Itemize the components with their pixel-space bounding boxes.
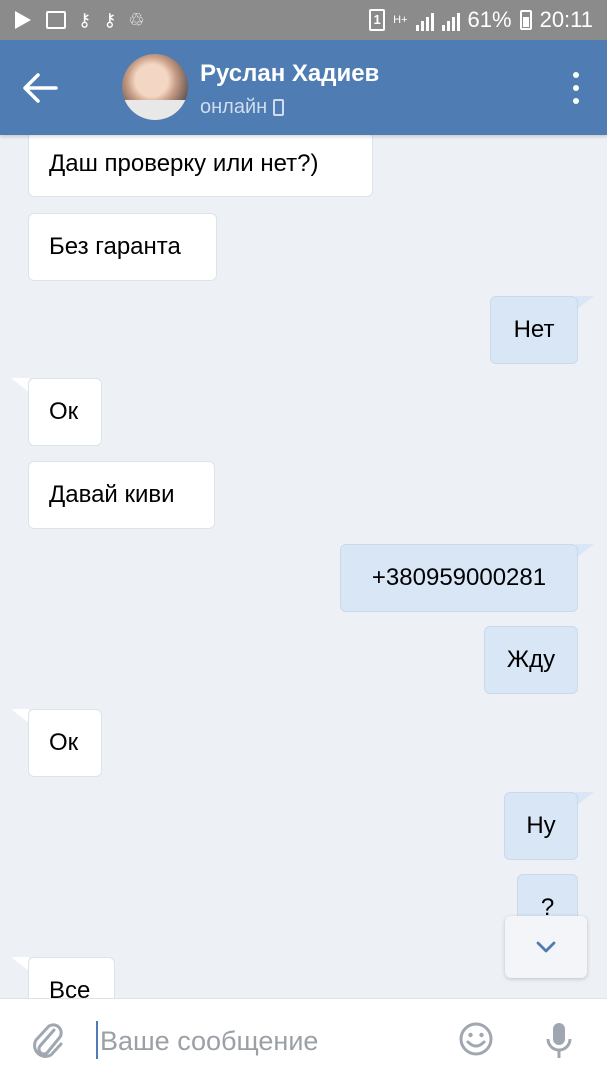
- play-icon: [12, 9, 34, 31]
- battery-icon: [519, 10, 532, 30]
- back-arrow-icon[interactable]: [20, 70, 60, 106]
- avatar[interactable]: [122, 54, 188, 120]
- signal-icon: [415, 9, 434, 31]
- attach-icon[interactable]: [30, 1021, 66, 1061]
- message-incoming[interactable]: Даш проверку или нет?): [28, 135, 373, 197]
- message-text: Ок: [49, 729, 79, 756]
- key-icon: ⚷: [78, 10, 92, 30]
- message-outgoing[interactable]: Ну: [504, 792, 578, 860]
- network-type-label: H+: [393, 13, 408, 26]
- bubble-tail: [11, 709, 29, 723]
- sim-icon: 1: [369, 9, 386, 31]
- bubble-tail: [576, 296, 594, 310]
- message-text: +380959000281: [371, 564, 547, 591]
- microphone-icon[interactable]: [546, 1021, 572, 1061]
- key-icon-2: ⚷: [103, 10, 117, 30]
- message-incoming[interactable]: Все: [28, 957, 115, 998]
- message-incoming[interactable]: Ок: [28, 709, 102, 777]
- chat-header: Руслан Хадиев онлайн: [0, 40, 607, 135]
- bubble-tail: [576, 792, 594, 806]
- message-input[interactable]: [100, 1019, 430, 1063]
- bubble-tail: [576, 544, 594, 558]
- phone-icon: [273, 99, 285, 116]
- more-vert-icon[interactable]: [571, 72, 581, 104]
- chevron-down-icon: [536, 941, 556, 953]
- scroll-to-bottom-button[interactable]: [505, 916, 587, 978]
- message-outgoing[interactable]: +380959000281: [340, 544, 578, 612]
- emoji-icon[interactable]: [458, 1021, 494, 1057]
- message-text: Даш проверку или нет?): [49, 150, 319, 177]
- message-list[interactable]: Даш проверку или нет?) Без гаранта Нет О…: [0, 135, 607, 998]
- contact-name[interactable]: Руслан Хадиев: [200, 60, 379, 88]
- message-text: Ок: [49, 398, 79, 425]
- signal-icon-2: [441, 9, 460, 31]
- message-outgoing[interactable]: Жду: [484, 626, 578, 694]
- composer: [0, 998, 607, 1080]
- text-caret: [96, 1021, 98, 1059]
- message-text: Все: [49, 977, 91, 998]
- message-incoming[interactable]: Без гаранта: [28, 213, 217, 281]
- message-incoming[interactable]: Ок: [28, 378, 102, 446]
- battery-percent: 61%: [467, 7, 512, 32]
- message-text: Ну: [526, 812, 556, 839]
- image-icon: [46, 11, 66, 29]
- message-text: Жду: [506, 646, 556, 673]
- message-incoming[interactable]: Давай киви: [28, 461, 215, 529]
- clock: 20:11: [539, 7, 593, 32]
- status-text: онлайн: [200, 96, 268, 118]
- message-text: Нет: [513, 316, 555, 343]
- message-outgoing[interactable]: Нет: [490, 296, 578, 364]
- message-text: Без гаранта: [49, 233, 181, 260]
- bubble-tail: [11, 957, 29, 971]
- message-text: Давай киви: [49, 481, 175, 508]
- recycle-icon: ♲: [128, 10, 145, 30]
- status-bar: ⚷ ⚷ ♲ 1 H+ 61% 20:11: [0, 0, 607, 40]
- contact-status: онлайн: [200, 96, 285, 119]
- bubble-tail: [11, 378, 29, 392]
